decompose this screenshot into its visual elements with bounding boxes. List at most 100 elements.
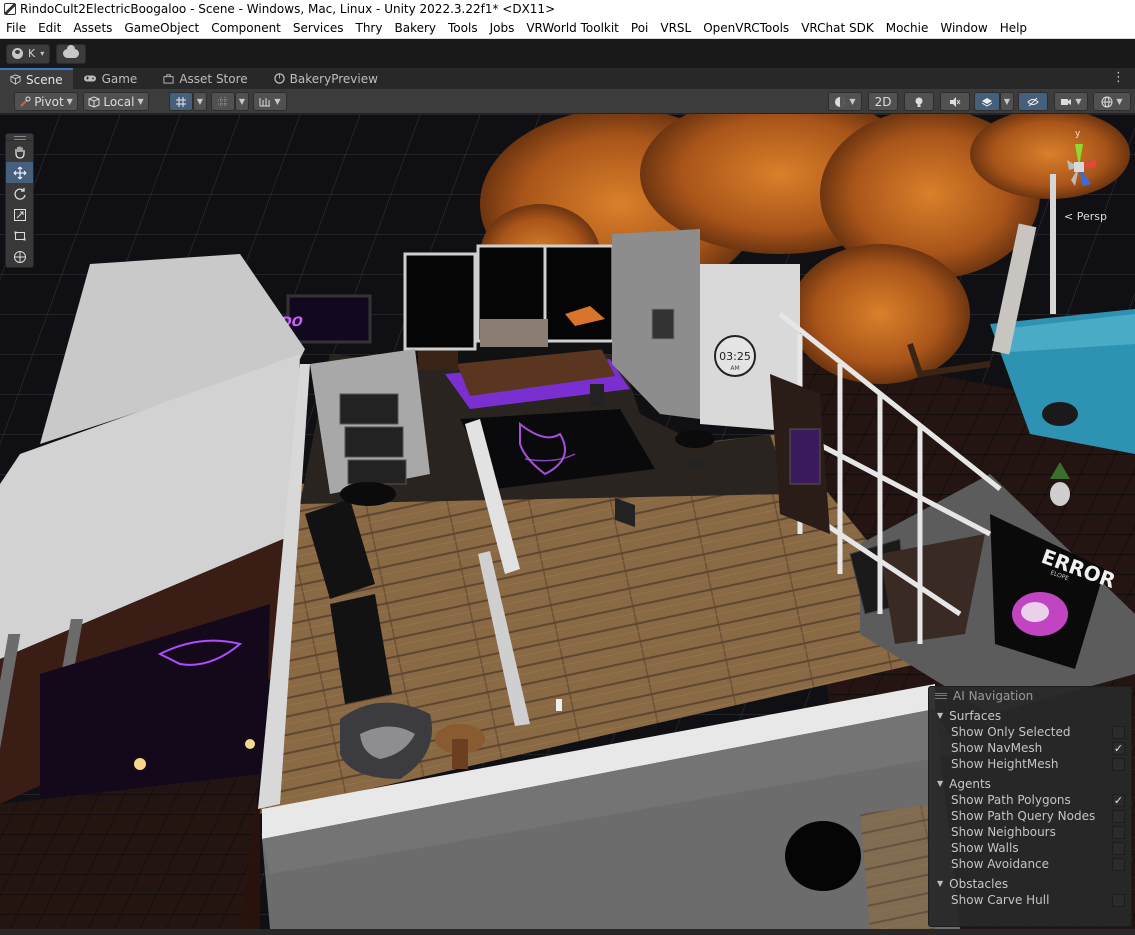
checkbox[interactable] — [1112, 725, 1125, 739]
chevron-down-icon: ▼ — [196, 97, 204, 106]
hand-tool-icon — [14, 146, 25, 159]
cloud-button[interactable] — [56, 43, 87, 64]
ai-navigation-header[interactable]: AI Navigation — [929, 687, 1131, 704]
checkbox[interactable] — [1112, 757, 1125, 771]
effects-toggle[interactable] — [974, 92, 1000, 111]
grid-snap-dropdown[interactable]: ▼ — [193, 92, 207, 111]
chevron-down-icon: ▼ — [1116, 97, 1123, 106]
clock-ampm: AM — [730, 365, 739, 372]
tab-label: Scene — [26, 72, 63, 87]
clock-time: 03:25 — [719, 350, 751, 363]
increment-snap-toggle[interactable] — [211, 92, 235, 111]
section-obstacles[interactable]: ▼ Obstacles — [929, 875, 1131, 892]
menu-vrsl[interactable]: VRSL — [654, 18, 697, 39]
menu-openvrctools[interactable]: OpenVRCTools — [697, 18, 795, 39]
camera-icon — [1061, 98, 1072, 105]
tab-label: BakeryPreview — [289, 71, 378, 86]
hidden-objects-toggle[interactable] — [1018, 92, 1048, 111]
menu-tools[interactable]: Tools — [442, 18, 484, 39]
checkbox-checked[interactable]: ✓ — [1112, 793, 1125, 807]
checkbox[interactable] — [1112, 809, 1125, 823]
menu-bakery[interactable]: Bakery — [388, 18, 442, 39]
local-label: Local — [103, 94, 135, 109]
checkbox[interactable] — [1112, 857, 1125, 871]
2d-label: 2D — [874, 94, 892, 109]
drag-handle-icon[interactable] — [935, 692, 947, 699]
menu-jobs[interactable]: Jobs — [484, 18, 521, 39]
audio-toggle[interactable] — [940, 92, 970, 111]
rotate-tool-button[interactable] — [6, 183, 33, 204]
2d-mode-toggle[interactable]: 2D — [868, 92, 898, 111]
unity-logo-icon — [4, 3, 16, 15]
menu-help[interactable]: Help — [994, 18, 1033, 39]
section-label: Surfaces — [949, 708, 1002, 723]
scene-viewport[interactable]: 03:25 AM #RINDO ERROR E — [0, 114, 1135, 929]
menu-component[interactable]: Component — [205, 18, 287, 39]
kebab-menu-icon[interactable]: ⋮ — [1112, 70, 1125, 85]
tab-asset-store[interactable]: Asset Store — [153, 68, 257, 89]
checkbox[interactable] — [1112, 841, 1125, 855]
rotate-tool-icon — [13, 187, 26, 200]
pivot-dropdown[interactable]: Pivot ▼ — [14, 92, 78, 111]
account-button[interactable]: K ▾ — [6, 43, 51, 64]
chevron-down-icon: ▼ — [1075, 97, 1082, 106]
effects-dropdown[interactable]: ▼ — [1000, 92, 1014, 111]
menu-services[interactable]: Services — [287, 18, 350, 39]
gizmos-dropdown[interactable]: ▼ — [1093, 92, 1131, 111]
tab-scene[interactable]: Scene — [0, 68, 73, 89]
menu-vrworld-toolkit[interactable]: VRWorld Toolkit — [520, 18, 625, 39]
checkbox[interactable] — [1112, 893, 1125, 907]
pivot-label: Pivot — [34, 94, 64, 109]
account-toolbar: K ▾ — [0, 39, 1135, 68]
tab-bakerypreview[interactable]: BakeryPreview — [264, 68, 388, 89]
shading-mode-dropdown[interactable]: ▼ — [828, 92, 862, 111]
move-tool-button[interactable] — [6, 162, 33, 183]
scale-tool-button[interactable] — [6, 204, 33, 225]
option-show-navmesh: Show NavMesh ✓ — [929, 740, 1131, 756]
checkbox[interactable] — [1112, 825, 1125, 839]
menu-gameobject[interactable]: GameObject — [118, 18, 205, 39]
increment-snap-dropdown[interactable]: ▼ — [235, 92, 249, 111]
scene-tab-bar: Scene Game Asset Store BakeryPreview ⋮ — [0, 68, 1135, 89]
chevron-down-icon: ▼ — [238, 97, 246, 106]
transform-tool-button[interactable] — [6, 246, 33, 267]
palette-grip[interactable] — [6, 134, 33, 141]
eye-slash-icon — [1027, 97, 1039, 106]
section-label: Agents — [949, 776, 991, 791]
rect-tool-icon — [14, 231, 25, 240]
section-label: Obstacles — [949, 876, 1009, 891]
menu-poi[interactable]: Poi — [625, 18, 654, 39]
chevron-down-icon: ▼ — [66, 97, 73, 106]
rect-tool-button[interactable] — [6, 225, 33, 246]
chevron-down-icon: ▼ — [137, 97, 144, 106]
lighting-toggle[interactable] — [904, 92, 934, 111]
menu-assets[interactable]: Assets — [67, 18, 118, 39]
persp-label[interactable]: < Persp — [1064, 210, 1107, 223]
grid-visibility-dropdown[interactable]: ▼ — [253, 92, 287, 111]
chevron-down-icon: ▼ — [274, 97, 281, 106]
menu-vrchat-sdk[interactable]: VRChat SDK — [795, 18, 880, 39]
menu-file[interactable]: File — [0, 18, 32, 39]
move-tool-icon — [13, 166, 26, 179]
local-dropdown[interactable]: Local ▼ — [83, 92, 149, 111]
section-surfaces[interactable]: ▼ Surfaces — [929, 707, 1131, 724]
option-show-only-selected: Show Only Selected — [929, 724, 1131, 740]
hand-tool-button[interactable] — [6, 141, 33, 162]
shading-sphere-icon — [835, 96, 846, 107]
grid-snap-toggle[interactable] — [169, 92, 193, 111]
menu-window[interactable]: Window — [934, 18, 993, 39]
checkbox-checked[interactable]: ✓ — [1112, 741, 1125, 755]
orientation-gizmo[interactable]: y — [1039, 122, 1119, 222]
option-show-carve-hull: Show Carve Hull — [929, 892, 1131, 908]
tab-game[interactable]: Game — [73, 68, 148, 89]
camera-dropdown[interactable]: ▼ — [1054, 92, 1088, 111]
menu-thry[interactable]: Thry — [350, 18, 389, 39]
option-show-path-polygons: Show Path Polygons ✓ — [929, 792, 1131, 808]
menu-mochie[interactable]: Mochie — [880, 18, 935, 39]
section-agents[interactable]: ▼ Agents — [929, 775, 1131, 792]
chevron-down-icon: ▼ — [1003, 97, 1011, 106]
cloud-icon — [63, 45, 80, 58]
menu-edit[interactable]: Edit — [32, 18, 67, 39]
globe-icon — [1101, 96, 1113, 107]
chevron-down-icon: ▼ — [937, 711, 944, 720]
